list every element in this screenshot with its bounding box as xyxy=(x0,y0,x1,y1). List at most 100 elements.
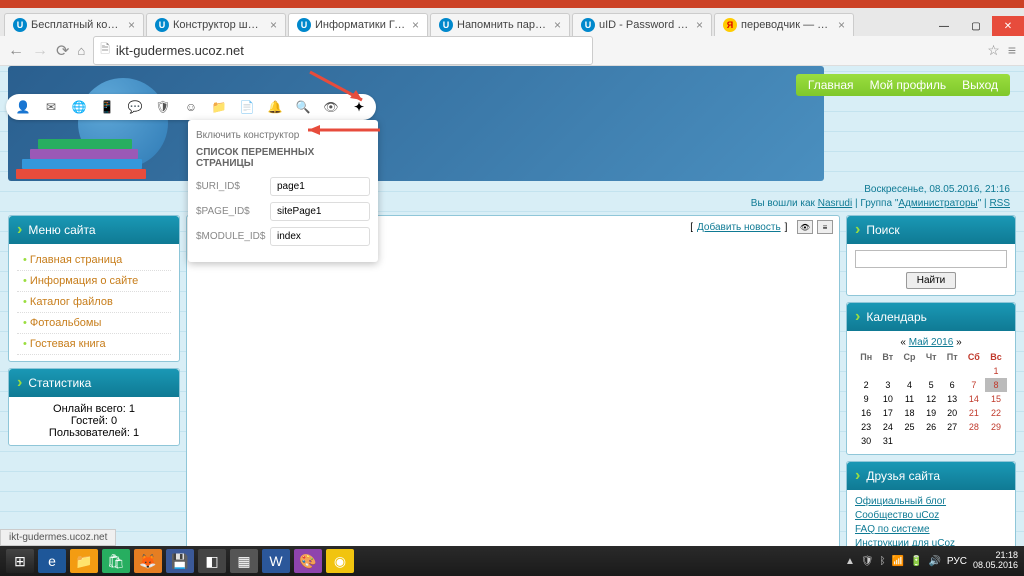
task-explorer[interactable]: 📁 xyxy=(70,549,98,573)
group-link[interactable]: Администраторы xyxy=(898,198,977,209)
cal-day[interactable]: 24 xyxy=(877,420,898,434)
user-icon[interactable]: 👤 xyxy=(16,100,30,114)
cal-day[interactable]: 16 xyxy=(855,406,877,420)
cal-day[interactable]: 31 xyxy=(877,434,898,448)
tab-close-icon[interactable]: × xyxy=(412,18,419,32)
cal-day[interactable]: 25 xyxy=(898,420,920,434)
minimize-button[interactable]: — xyxy=(928,16,960,36)
menu-icon[interactable]: ≡ xyxy=(1008,42,1016,59)
cal-day[interactable]: 18 xyxy=(898,406,920,420)
cal-day[interactable]: 27 xyxy=(942,420,963,434)
cal-day[interactable]: 6 xyxy=(942,378,963,392)
globe-icon[interactable]: 🌐 xyxy=(72,100,86,114)
bell-icon[interactable]: 🔔 xyxy=(268,100,282,114)
cal-day[interactable]: 2 xyxy=(855,378,877,392)
task-app1[interactable]: ◧ xyxy=(198,549,226,573)
tab-close-icon[interactable]: × xyxy=(270,18,277,32)
var-value[interactable]: sitePage1 xyxy=(270,202,370,221)
cal-day[interactable]: 14 xyxy=(963,392,985,406)
cal-day[interactable]: 23 xyxy=(855,420,877,434)
task-paint[interactable]: 🎨 xyxy=(294,549,322,573)
task-firefox[interactable]: 🦊 xyxy=(134,549,162,573)
task-word[interactable]: W xyxy=(262,549,290,573)
search-input[interactable] xyxy=(855,250,1007,268)
comment-icon[interactable]: 💬 xyxy=(128,100,142,114)
tab-close-icon[interactable]: × xyxy=(696,18,703,32)
menu-item[interactable]: Информация о сайте xyxy=(17,271,171,292)
browser-tab[interactable]: UИнформатики Гудермес× xyxy=(288,13,428,36)
folder-icon[interactable]: 📁 xyxy=(212,100,226,114)
cal-day[interactable]: 4 xyxy=(898,378,920,392)
browser-tab[interactable]: UКонструктор шаблонов -× xyxy=(146,13,286,36)
maximize-button[interactable]: ▢ xyxy=(960,16,992,36)
rss-link[interactable]: RSS xyxy=(989,198,1010,209)
cal-day[interactable]: 21 xyxy=(963,406,985,420)
home-button[interactable]: ⌂ xyxy=(77,43,85,58)
menu-item[interactable]: Фотоальбомы xyxy=(17,313,171,334)
mail-icon[interactable]: ✉ xyxy=(44,100,58,114)
smile-icon[interactable]: ☺ xyxy=(184,100,198,114)
start-button[interactable]: ⊞ xyxy=(6,549,34,573)
reload-button[interactable]: ⟳ xyxy=(56,41,69,61)
friend-link[interactable]: Официальный блог xyxy=(855,496,1007,507)
cal-day[interactable]: 5 xyxy=(921,378,942,392)
cal-day[interactable]: 20 xyxy=(942,406,963,420)
nav-exit[interactable]: Выход xyxy=(962,78,998,92)
shield-icon[interactable]: 🛡 xyxy=(156,100,170,114)
view-icon[interactable]: 👁 xyxy=(797,220,813,234)
tab-close-icon[interactable]: × xyxy=(554,18,561,32)
forward-button[interactable]: → xyxy=(32,42,48,60)
cal-day[interactable]: 1 xyxy=(985,364,1007,378)
task-chrome[interactable]: ◉ xyxy=(326,549,354,573)
cal-day[interactable]: 30 xyxy=(855,434,877,448)
menu-item[interactable]: Каталог файлов xyxy=(17,292,171,313)
friend-link[interactable]: FAQ по системе xyxy=(855,524,1007,535)
tray-lang[interactable]: РУС xyxy=(947,556,967,567)
url-input[interactable]: 🗎 ikt-gudermes.ucoz.net xyxy=(93,36,593,65)
tray-clock[interactable]: 21:18 08.05.2016 xyxy=(973,551,1018,571)
cal-day[interactable]: 15 xyxy=(985,392,1007,406)
cal-day[interactable]: 17 xyxy=(877,406,898,420)
cal-day[interactable]: 19 xyxy=(921,406,942,420)
cal-prev[interactable]: « xyxy=(900,337,906,348)
menu-item[interactable]: Гостевая книга xyxy=(17,334,171,355)
cal-day[interactable]: 28 xyxy=(963,420,985,434)
browser-tab[interactable]: UНапомнить пароль× xyxy=(430,13,570,36)
cal-day[interactable]: 22 xyxy=(985,406,1007,420)
browser-tab[interactable]: UuID - Password reminding× xyxy=(572,13,712,36)
var-value[interactable]: index xyxy=(270,227,370,246)
cal-day[interactable]: 7 xyxy=(963,378,985,392)
cal-day[interactable]: 3 xyxy=(877,378,898,392)
var-value[interactable]: page1 xyxy=(270,177,370,196)
close-button[interactable]: ✕ xyxy=(992,16,1024,36)
tab-close-icon[interactable]: × xyxy=(128,18,135,32)
friend-link[interactable]: Инструкции для uCoz xyxy=(855,538,1007,546)
cal-day[interactable]: 12 xyxy=(921,392,942,406)
friend-link[interactable]: Сообщество uCoz xyxy=(855,510,1007,521)
cal-day[interactable]: 13 xyxy=(942,392,963,406)
phone-icon[interactable]: 📱 xyxy=(100,100,114,114)
cal-month[interactable]: Май 2016 xyxy=(909,337,954,348)
cal-day[interactable]: 9 xyxy=(855,392,877,406)
menu-item[interactable]: Главная страница xyxy=(17,250,171,271)
cal-day[interactable]: 10 xyxy=(877,392,898,406)
task-app2[interactable]: ▦ xyxy=(230,549,258,573)
search-button[interactable]: Найти xyxy=(906,272,957,289)
list-icon[interactable]: ≡ xyxy=(817,220,833,234)
back-button[interactable]: ← xyxy=(8,42,24,60)
add-news-link[interactable]: Добавить новость xyxy=(697,222,781,233)
user-link[interactable]: Nasrudi xyxy=(818,198,852,209)
task-ie[interactable]: e xyxy=(38,549,66,573)
browser-tab[interactable]: UБесплатный конструктор× xyxy=(4,13,144,36)
tray-icons[interactable]: ▲🛡ᛒ📶🔋🔊 xyxy=(845,556,941,567)
cal-day[interactable]: 11 xyxy=(898,392,920,406)
cal-day[interactable]: 29 xyxy=(985,420,1007,434)
tab-close-icon[interactable]: × xyxy=(838,18,845,32)
task-save[interactable]: 💾 xyxy=(166,549,194,573)
cal-next[interactable]: » xyxy=(956,337,962,348)
cal-day[interactable]: 8 xyxy=(985,378,1007,392)
nav-profile[interactable]: Мой профиль xyxy=(870,78,947,92)
task-store[interactable]: 🛍 xyxy=(102,549,130,573)
cal-day[interactable]: 26 xyxy=(921,420,942,434)
doc-icon[interactable]: 📄 xyxy=(240,100,254,114)
